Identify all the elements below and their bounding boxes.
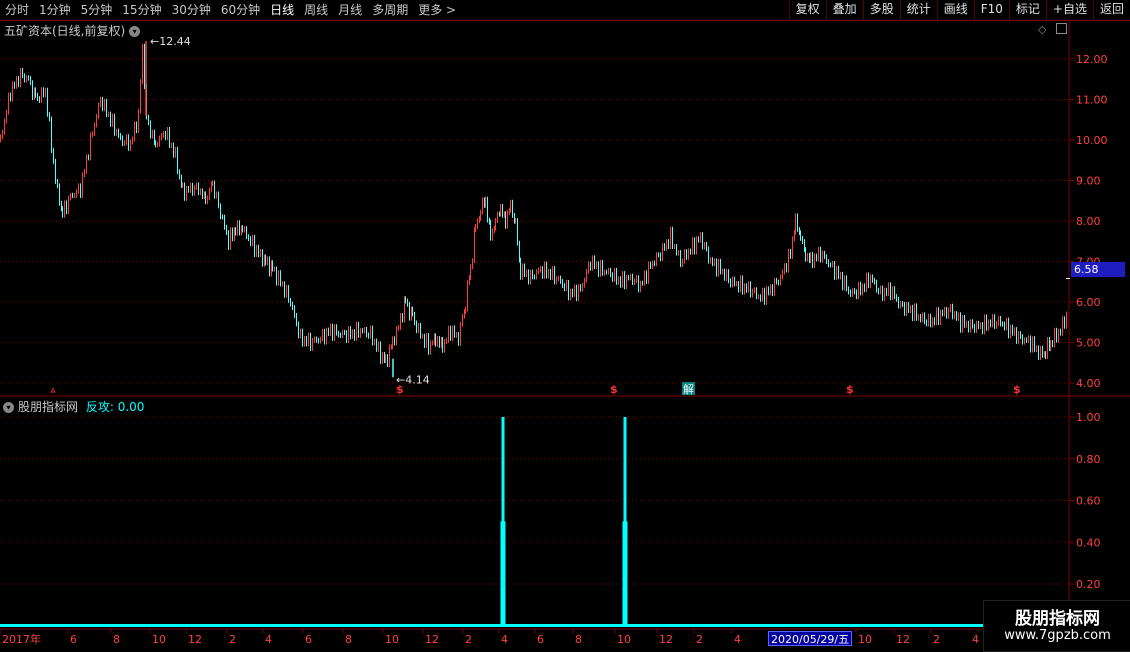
- time-axis-label: 4: [265, 633, 272, 646]
- dropdown-circle-icon[interactable]: ▾: [129, 26, 141, 37]
- toolbar-button[interactable]: 返回: [1092, 0, 1130, 20]
- time-axis-label: 8: [113, 633, 120, 646]
- time-axis-label: 10: [617, 633, 631, 646]
- price-axis-label: 9.00: [1076, 175, 1101, 188]
- current-price-label: 6.58: [1071, 262, 1125, 277]
- period-tab[interactable]: 60分钟: [216, 0, 265, 20]
- time-axis-label: 6: [305, 633, 312, 646]
- period-tab[interactable]: 30分钟: [167, 0, 216, 20]
- period-tab[interactable]: 15分钟: [117, 0, 166, 20]
- time-axis-label: 12: [425, 633, 439, 646]
- cursor-date-label: 2020/05/29/五: [768, 631, 853, 646]
- time-axis-label: 12: [896, 633, 910, 646]
- indicator-title: 股朋指标网: [18, 400, 79, 414]
- watermark: 股朋指标网 www.7gpzb.com: [983, 600, 1130, 652]
- time-axis-label: 6: [537, 633, 544, 646]
- indicator-series-value: 反攻: 0.00: [85, 400, 145, 414]
- top-toolbar: 分时 1分钟 5分钟 15分钟 30分钟 60分钟 日线 周线 月线 多周期 更多 > 复权 叠加 多股…: [0, 0, 1130, 21]
- time-axis-label: 10: [385, 633, 399, 646]
- indicator-axis-label: 0.20: [1076, 578, 1101, 591]
- period-tab[interactable]: 月线: [333, 0, 367, 20]
- main-pane-title-row: 五矿资本(日线,前复权) ▾: [4, 22, 141, 39]
- price-axis-label: 10.00: [1076, 134, 1108, 147]
- period-tab[interactable]: 分时: [0, 0, 34, 20]
- toolbar-button[interactable]: 统计: [899, 0, 937, 20]
- price-axis-label: 12.00: [1076, 53, 1108, 66]
- time-axis-label: 8: [345, 633, 352, 646]
- indicator-axis-label: 0.60: [1076, 495, 1101, 508]
- toolbar-button[interactable]: +自选: [1045, 0, 1093, 20]
- time-axis-label: 4: [501, 633, 508, 646]
- time-axis-label: 10: [858, 633, 872, 646]
- price-axis-label: 8.00: [1076, 215, 1101, 228]
- stock-title: 五矿资本(日线,前复权): [4, 24, 126, 38]
- indicator-baseline: [0, 624, 985, 627]
- indicator-menu-icon[interactable]: ▾: [3, 402, 14, 413]
- toolbar-button[interactable]: F10: [973, 0, 1009, 20]
- time-axis-label: 4: [734, 633, 741, 646]
- indicator-axis-label: 0.40: [1076, 536, 1101, 549]
- caret-up-icon: ⩓: [50, 385, 56, 396]
- period-tab[interactable]: 多周期: [367, 0, 413, 20]
- toolbar-buttons: 复权 叠加 多股 统计 画线 F10 标记 +自选 返回: [788, 0, 1130, 20]
- watermark-url: www.7gpzb.com: [1004, 628, 1111, 643]
- time-axis-label: 6: [70, 633, 77, 646]
- time-axis-label: 10: [152, 633, 166, 646]
- time-axis-label: 4: [972, 633, 979, 646]
- price-axis-label: 6.00: [1076, 296, 1101, 309]
- watermark-title: 股朋指标网: [1015, 609, 1100, 629]
- price-axis-label: 11.00: [1076, 94, 1108, 107]
- toolbar-button[interactable]: 叠加: [825, 0, 863, 20]
- high-price-label: ←12.44: [150, 35, 191, 48]
- price-axis-label: 5.00: [1076, 337, 1101, 350]
- signal-spike-base: [500, 521, 506, 626]
- toolbar-button[interactable]: 多股: [862, 0, 900, 20]
- time-axis-label: 2: [465, 633, 472, 646]
- toolbar-button[interactable]: 画线: [936, 0, 974, 20]
- period-tab[interactable]: 5分钟: [76, 0, 118, 20]
- dividend-marker: $: [610, 383, 618, 396]
- indicator-axis-label: 1.00: [1076, 411, 1101, 424]
- period-tab[interactable]: 更多 >: [413, 0, 461, 20]
- unlock-marker: 解: [683, 382, 694, 396]
- time-axis-label: 8: [575, 633, 582, 646]
- time-axis-label: 2: [696, 633, 703, 646]
- dividend-marker: $: [1013, 383, 1021, 396]
- window-toggle-icon[interactable]: [1056, 23, 1067, 34]
- toolbar-button[interactable]: 复权: [788, 0, 826, 20]
- dividend-marker: $: [396, 383, 404, 396]
- price-axis-label: 4.00: [1076, 377, 1101, 390]
- chart-canvas: 12.0011.0010.009.008.007.006.005.004.00←…: [0, 21, 1130, 646]
- indicator-axis-label: 0.80: [1076, 453, 1101, 466]
- time-axis-label: 2017年: [2, 632, 41, 646]
- period-tabs: 分时 1分钟 5分钟 15分钟 30分钟 60分钟 日线 周线 月线 多周期 更多 >: [0, 0, 461, 20]
- time-axis-label: 12: [659, 633, 673, 646]
- time-axis-label: 2: [229, 633, 236, 646]
- toolbar-button[interactable]: 标记: [1008, 0, 1046, 20]
- period-tab[interactable]: 周线: [299, 0, 333, 20]
- time-axis-label: 2: [933, 633, 940, 646]
- diamond-icon[interactable]: ◇: [1038, 23, 1046, 36]
- indicator-pane-title-row: ▾ 股朋指标网 反攻: 0.00: [3, 398, 144, 415]
- period-tab[interactable]: 1分钟: [34, 0, 76, 20]
- signal-spike-base: [622, 521, 628, 626]
- time-axis-label: 12: [188, 633, 202, 646]
- dividend-marker: $: [846, 383, 854, 396]
- period-tab[interactable]: 日线: [265, 0, 299, 20]
